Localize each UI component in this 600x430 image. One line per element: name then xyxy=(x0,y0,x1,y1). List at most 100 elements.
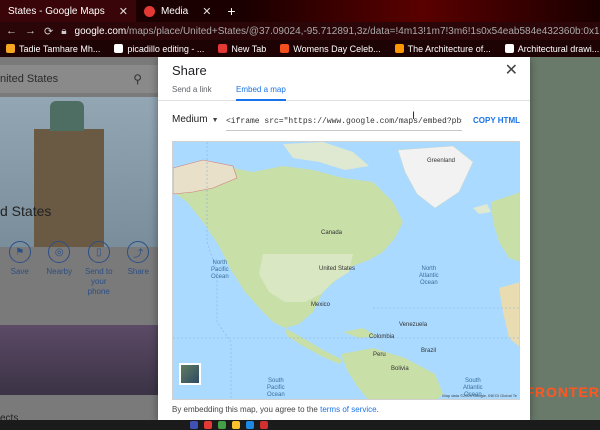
size-value: Medium xyxy=(172,114,208,125)
terms-note-text: By embedding this map, you agree to the xyxy=(172,405,321,414)
close-tab-icon[interactable]: ✕ xyxy=(119,5,128,18)
terms-of-service-link[interactable]: terms of service xyxy=(320,405,376,414)
tab-label: States - Google Maps xyxy=(8,5,105,17)
tab-label: Media xyxy=(160,5,189,17)
action-label: Save xyxy=(10,267,29,276)
bookmark-item[interactable]: picadillo editing - ... xyxy=(114,44,204,54)
tab-google-maps[interactable]: States - Google Maps ✕ xyxy=(0,0,136,22)
bookmark-favicon-icon xyxy=(280,44,290,53)
background-map[interactable] xyxy=(528,57,600,420)
taskbar-app-icon[interactable] xyxy=(260,421,268,429)
statue-image xyxy=(34,101,104,247)
action-label: Share xyxy=(127,267,149,276)
reload-icon[interactable]: ⟳ xyxy=(44,25,53,38)
phone-icon: ▯ xyxy=(87,241,110,263)
lock-icon[interactable]: 🔒︎ xyxy=(61,26,66,37)
close-tab-icon[interactable]: ✕ xyxy=(202,5,211,18)
satellite-toggle-thumbnail[interactable] xyxy=(179,363,201,385)
action-share-button[interactable]: ⤴ Share xyxy=(119,241,157,297)
bookmarks-bar: Tadie Tamhare Mh... picadillo editing - .… xyxy=(0,40,600,57)
label-colombia: Colombia xyxy=(369,334,395,340)
action-nearby-button[interactable]: ◎ Nearby xyxy=(40,241,78,297)
label-united-states: United States xyxy=(319,266,356,272)
taskbar-app-icon[interactable] xyxy=(204,421,212,429)
brand-watermark: FRONTER xyxy=(525,384,600,400)
bookmark-favicon-icon xyxy=(6,44,15,53)
tab-embed-map[interactable]: Embed a map xyxy=(236,83,286,101)
label-mexico: Mexico xyxy=(311,302,331,308)
bookmark-favicon-icon xyxy=(394,44,404,53)
label-canada: Canada xyxy=(321,230,343,236)
dialog-title: Share xyxy=(172,63,207,78)
place-photo-secondary[interactable] xyxy=(0,325,158,395)
new-tab-button[interactable]: + xyxy=(219,0,243,22)
action-label: Send to your phone xyxy=(84,267,113,296)
label-north-atlantic: North Atlantic Ocean xyxy=(419,266,439,286)
taskbar-app-icon[interactable] xyxy=(190,421,198,429)
bookmark-favicon-icon xyxy=(218,44,228,53)
browser-tab-bar: States - Google Maps ✕ Media ✕ + xyxy=(0,0,600,22)
search-input[interactable]: nited States ⚲ xyxy=(0,65,158,93)
search-text: nited States xyxy=(0,73,59,85)
bookmark-label: The Architecture of... xyxy=(407,43,491,54)
bookmark-item[interactable]: Womens Day Celeb... xyxy=(280,43,381,54)
tab-media[interactable]: Media ✕ xyxy=(136,0,219,22)
share-dialog: Share ✕ Send a link Embed a map Medium ▼ … xyxy=(158,57,530,420)
action-send-to-your-phone-button[interactable]: ▯ Send to your phone xyxy=(80,241,118,297)
tab-bar-spacer xyxy=(243,0,600,22)
section-label: ects xyxy=(0,413,19,420)
bookmark-label: Tadie Tamhare Mh... xyxy=(19,43,101,54)
search-icon[interactable]: ⚲ xyxy=(133,72,142,86)
back-icon[interactable]: ← xyxy=(6,25,17,37)
size-dropdown[interactable]: Medium ▼ xyxy=(172,114,219,125)
map-attribution: Map data ©2020 Google, INEGI Global Te xyxy=(442,393,517,398)
url-host: google.com xyxy=(74,25,127,37)
bookmark-label: picadillo editing - ... xyxy=(127,43,205,54)
action-label: Nearby xyxy=(46,267,73,276)
terms-note: By embedding this map, you agree to the … xyxy=(172,405,379,414)
place-actions: ⚑ Save ◎ Nearby ▯ Send to your phone ⤴ Share xyxy=(0,241,158,297)
url-field[interactable]: google.com/maps/place/United+States/@37.… xyxy=(75,26,600,37)
label-venezuela: Venezuela xyxy=(399,322,428,328)
embed-map-preview[interactable]: Greenland Canada United States Mexico Ve… xyxy=(172,141,520,400)
bookmark-item[interactable]: New Tab xyxy=(218,44,266,54)
tab-send-link[interactable]: Send a link xyxy=(172,83,212,101)
copy-html-button[interactable]: COPY HTML xyxy=(473,116,520,125)
label-brazil: Brazil xyxy=(421,348,437,354)
bookmark-item[interactable]: The Architecture of... xyxy=(394,43,491,54)
action-save-button[interactable]: ⚑ Save xyxy=(1,241,39,297)
chevron-down-icon: ▼ xyxy=(211,117,219,124)
close-icon[interactable]: ✕ xyxy=(505,60,518,80)
share-tabs: Send a link Embed a map xyxy=(158,81,530,101)
text-cursor-icon: I xyxy=(412,110,416,122)
place-title: d States xyxy=(0,203,52,219)
bookmark-item[interactable]: Architectural drawi... xyxy=(504,43,600,54)
label-peru: Peru xyxy=(373,352,386,358)
bookmark-icon: ⚑ xyxy=(8,241,31,263)
address-bar: ← → ⟳ 🔒︎ google.com/maps/place/United+St… xyxy=(0,22,600,40)
bookmark-label: Womens Day Celeb... xyxy=(293,43,381,54)
label-greenland: Greenland xyxy=(427,158,456,164)
os-taskbar xyxy=(0,420,600,430)
nearby-icon: ◎ xyxy=(48,241,71,263)
label-bolivia: Bolivia xyxy=(391,366,409,372)
terms-note-suffix: . xyxy=(376,405,379,414)
bookmark-label: New Tab xyxy=(231,43,267,54)
forward-icon[interactable]: → xyxy=(25,25,36,37)
place-panel: nited States ⚲ d States ⚑ Save ◎ Nearby ▯ Sen… xyxy=(0,57,158,420)
url-path: /maps/place/United+States/@37.09024,-95.… xyxy=(126,25,600,37)
taskbar-app-icon[interactable] xyxy=(232,421,240,429)
youtube-icon xyxy=(143,5,155,17)
bookmark-favicon-icon xyxy=(114,44,124,53)
bookmark-item[interactable]: Tadie Tamhare Mh... xyxy=(6,44,100,54)
taskbar-app-icon[interactable] xyxy=(218,421,226,429)
embed-row: Medium ▼ <iframe src="https://www.google.… xyxy=(172,111,520,131)
place-photo[interactable] xyxy=(0,97,158,247)
share-icon: ⤴ xyxy=(127,241,150,263)
bookmark-favicon-icon xyxy=(504,44,514,53)
label-south-pacific: South Pacific Ocean xyxy=(267,378,285,398)
embed-code-field[interactable]: <iframe src="https://www.google.com/maps… xyxy=(226,111,462,131)
taskbar-app-icon[interactable] xyxy=(246,421,254,429)
label-north-pacific: North Pacific Ocean xyxy=(211,260,229,280)
bookmark-label: Architectural drawi... xyxy=(517,43,600,54)
